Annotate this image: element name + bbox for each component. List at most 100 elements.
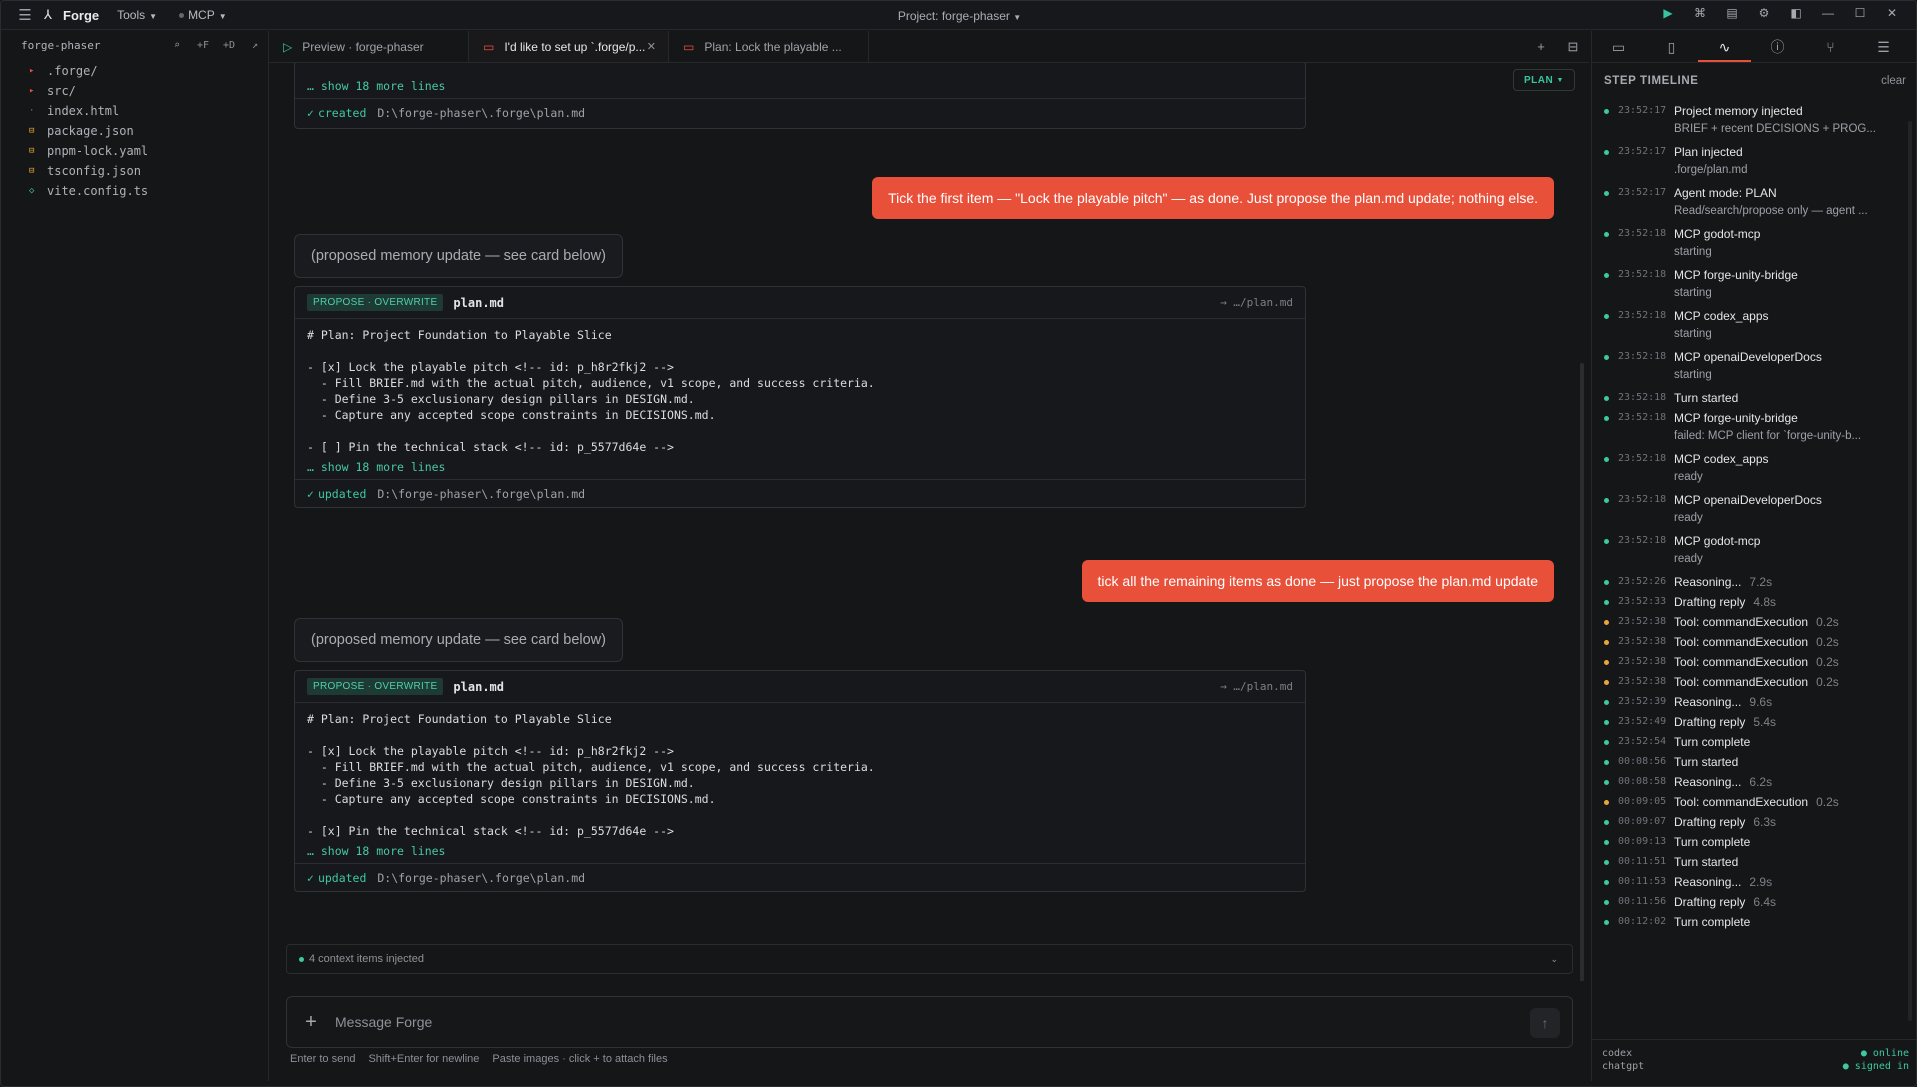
timeline-event[interactable]: 23:52:18 MCP forge-unity-bridge starting bbox=[1592, 265, 1910, 306]
tab-preview[interactable]: ▷ Preview · forge-phaser bbox=[269, 31, 469, 62]
event-time: 23:52:54 bbox=[1618, 736, 1667, 747]
timeline-event[interactable]: 23:52:17 Plan injected .forge/plan.md bbox=[1592, 142, 1910, 183]
timeline-event[interactable]: 23:52:39 Reasoning... 9.6s bbox=[1592, 692, 1910, 712]
timeline-event[interactable]: 00:08:56 Turn started bbox=[1592, 752, 1910, 772]
chat-scrollbar[interactable] bbox=[1580, 363, 1584, 981]
timeline-event[interactable]: 00:09:13 Turn complete bbox=[1592, 832, 1910, 852]
card-target-path[interactable]: → …/plan.md bbox=[1220, 296, 1293, 309]
timeline-event[interactable]: 23:52:18 MCP codex_apps ready bbox=[1592, 449, 1910, 490]
mode-pill-label: PLAN bbox=[1524, 74, 1554, 86]
event-label: Turn started bbox=[1674, 755, 1739, 769]
split-view-icon[interactable]: ⊟ bbox=[1557, 39, 1589, 55]
tab-chat-forge-setup[interactable]: ▭ I'd like to set up `.forge/p... ✕ bbox=[469, 31, 669, 62]
clear-timeline-button[interactable]: clear bbox=[1881, 75, 1906, 87]
file-item[interactable]: ▸ src/ bbox=[9, 81, 268, 101]
settings-gear-icon[interactable]: ⚙ bbox=[1748, 6, 1780, 20]
card-target-path[interactable]: → …/plan.md bbox=[1220, 680, 1293, 693]
timeline-event[interactable]: 23:52:18 MCP openaiDeveloperDocs starting bbox=[1592, 347, 1910, 388]
close-tab-icon[interactable]: ✕ bbox=[647, 40, 656, 53]
file-item[interactable]: ◇ vite.config.ts bbox=[9, 181, 268, 201]
run-play-icon[interactable]: ▶ bbox=[1652, 6, 1684, 20]
app-window: ☰ ⅄ Forge Tools ▼ MCP ▼ Project: forge-pha… bbox=[0, 0, 1917, 1087]
timeline-event[interactable]: 23:52:18 MCP openaiDeveloperDocs ready bbox=[1592, 490, 1910, 531]
new-folder-button[interactable]: +D bbox=[216, 40, 242, 51]
open-external-icon[interactable]: ↗ bbox=[242, 40, 268, 51]
right-panel-tabs: ▭ ▯ ∿ ⓘ ⑂ ☰ bbox=[1592, 31, 1916, 63]
message-input[interactable]: Message Forge bbox=[335, 1014, 432, 1030]
hamburger-icon[interactable]: ☰ bbox=[11, 6, 39, 24]
event-dot bbox=[1604, 539, 1609, 544]
file-item[interactable]: ⊟ pnpm-lock.yaml bbox=[9, 141, 268, 161]
timeline-event[interactable]: 23:52:38 Tool: commandExecution 0.2s bbox=[1592, 672, 1910, 692]
menu-tools[interactable]: Tools ▼ bbox=[117, 8, 157, 22]
show-more-lines[interactable]: … show 18 more lines bbox=[295, 74, 1305, 98]
timeline-event[interactable]: 23:52:18 MCP codex_apps starting bbox=[1592, 306, 1910, 347]
book-icon[interactable]: ▯ bbox=[1645, 31, 1698, 62]
show-more-lines[interactable]: … show 18 more lines bbox=[295, 455, 1305, 479]
timeline-event[interactable]: 23:52:18 MCP godot-mcp starting bbox=[1592, 224, 1910, 265]
event-label: Drafting reply bbox=[1674, 595, 1746, 609]
timeline-event[interactable]: 23:52:38 Tool: commandExecution 0.2s bbox=[1592, 652, 1910, 672]
menu-mcp[interactable]: MCP ▼ bbox=[179, 8, 227, 22]
connection-status: codex ● online chatgpt ● signed in bbox=[1592, 1039, 1916, 1081]
maximize-icon[interactable]: ☐ bbox=[1844, 6, 1876, 20]
chevron-down-icon: ▼ bbox=[149, 12, 158, 21]
command-icon[interactable]: ⌘ bbox=[1684, 6, 1716, 20]
timeline-event[interactable]: 23:52:38 Tool: commandExecution 0.2s bbox=[1592, 612, 1910, 632]
event-dot bbox=[1604, 900, 1609, 905]
timeline-event[interactable]: 23:52:17 Agent mode: PLAN Read/search/prop… bbox=[1592, 183, 1910, 224]
search-files-icon[interactable]: ⌕ bbox=[164, 40, 190, 51]
chats-icon[interactable]: ▭ bbox=[1592, 31, 1645, 62]
file-item[interactable]: · index.html bbox=[9, 101, 268, 121]
info-icon[interactable]: ⓘ bbox=[1751, 31, 1804, 62]
attach-plus-icon[interactable]: + bbox=[287, 1011, 335, 1034]
timeline-event[interactable]: 23:52:17 Project memory injected BRIEF + r… bbox=[1592, 101, 1910, 142]
card-header: PROPOSE · OVERWRITE plan.md → …/plan.md bbox=[295, 671, 1305, 703]
event-label: Tool: commandExecution bbox=[1674, 615, 1809, 629]
send-arrow-icon[interactable]: ↑ bbox=[1530, 1008, 1560, 1038]
timeline-event[interactable]: 00:11:53 Reasoning... 2.9s bbox=[1592, 872, 1910, 892]
checklist-icon[interactable]: ☰ bbox=[1857, 31, 1910, 62]
activity-pulse-icon[interactable]: ∿ bbox=[1698, 31, 1751, 62]
panel-toggle-icon[interactable]: ◧ bbox=[1780, 6, 1812, 20]
code-line: - [x] Lock the playable pitch <!-- id: p… bbox=[307, 360, 674, 374]
new-tab-icon[interactable]: + bbox=[1525, 39, 1557, 54]
timeline-event[interactable]: 23:52:18 MCP forge-unity-bridge failed: MC… bbox=[1592, 408, 1910, 449]
event-time: 23:52:18 bbox=[1618, 228, 1667, 239]
minimize-icon[interactable]: — bbox=[1812, 6, 1844, 20]
file-item[interactable]: ⊟ tsconfig.json bbox=[9, 161, 268, 181]
close-window-icon[interactable]: ✕ bbox=[1876, 6, 1908, 20]
card-header: PROPOSE · OVERWRITE plan.md → …/plan.md bbox=[295, 287, 1305, 319]
timeline-event[interactable]: 23:52:54 Turn complete bbox=[1592, 732, 1910, 752]
event-time: 00:11:51 bbox=[1618, 856, 1667, 867]
timeline-event[interactable]: 23:52:18 Turn started bbox=[1592, 388, 1910, 408]
timeline-event[interactable]: 23:52:18 MCP godot-mcp ready bbox=[1592, 531, 1910, 572]
mode-pill[interactable]: PLAN ▼ bbox=[1513, 69, 1575, 91]
timeline-event[interactable]: 23:52:49 Drafting reply 5.4s bbox=[1592, 712, 1910, 732]
project-selector[interactable]: Project: forge-phaser ▼ bbox=[1, 9, 1916, 23]
timeline-event[interactable]: 00:09:07 Drafting reply 6.3s bbox=[1592, 812, 1910, 832]
context-items-bar[interactable]: 4 context items injected ⌄ bbox=[286, 944, 1573, 974]
app-name: Forge bbox=[63, 7, 100, 23]
layout-icon[interactable]: ▤ bbox=[1716, 6, 1748, 20]
timeline-event[interactable]: 00:12:02 Turn complete bbox=[1592, 912, 1910, 932]
event-time: 00:11:56 bbox=[1618, 896, 1667, 907]
tab-plan[interactable]: ▭ Plan: Lock the playable ... bbox=[669, 31, 869, 62]
timeline-event[interactable]: 23:52:33 Drafting reply 4.8s bbox=[1592, 592, 1910, 612]
timeline-event[interactable]: 00:09:05 Tool: commandExecution 0.2s bbox=[1592, 792, 1910, 812]
show-more-lines[interactable]: … show 18 more lines bbox=[295, 839, 1305, 863]
timeline-event[interactable]: 23:52:38 Tool: commandExecution 0.2s bbox=[1592, 632, 1910, 652]
timeline-scrollbar[interactable] bbox=[1908, 121, 1912, 1021]
new-file-button[interactable]: +F bbox=[190, 40, 216, 51]
git-branch-icon[interactable]: ⑂ bbox=[1804, 31, 1857, 62]
timeline-event[interactable]: 23:52:26 Reasoning... 7.2s bbox=[1592, 572, 1910, 592]
timeline-event[interactable]: 00:08:58 Reasoning... 6.2s bbox=[1592, 772, 1910, 792]
file-item[interactable]: ▸ .forge/ bbox=[9, 61, 268, 81]
card-status: created bbox=[317, 105, 367, 120]
file-item[interactable]: ⊟ package.json bbox=[9, 121, 268, 141]
timeline-event[interactable]: 00:11:51 Turn started bbox=[1592, 852, 1910, 872]
event-time: 23:52:18 bbox=[1618, 412, 1667, 423]
file-name: tsconfig.json bbox=[47, 164, 141, 178]
timeline-event[interactable]: 00:11:56 Drafting reply 6.4s bbox=[1592, 892, 1910, 912]
